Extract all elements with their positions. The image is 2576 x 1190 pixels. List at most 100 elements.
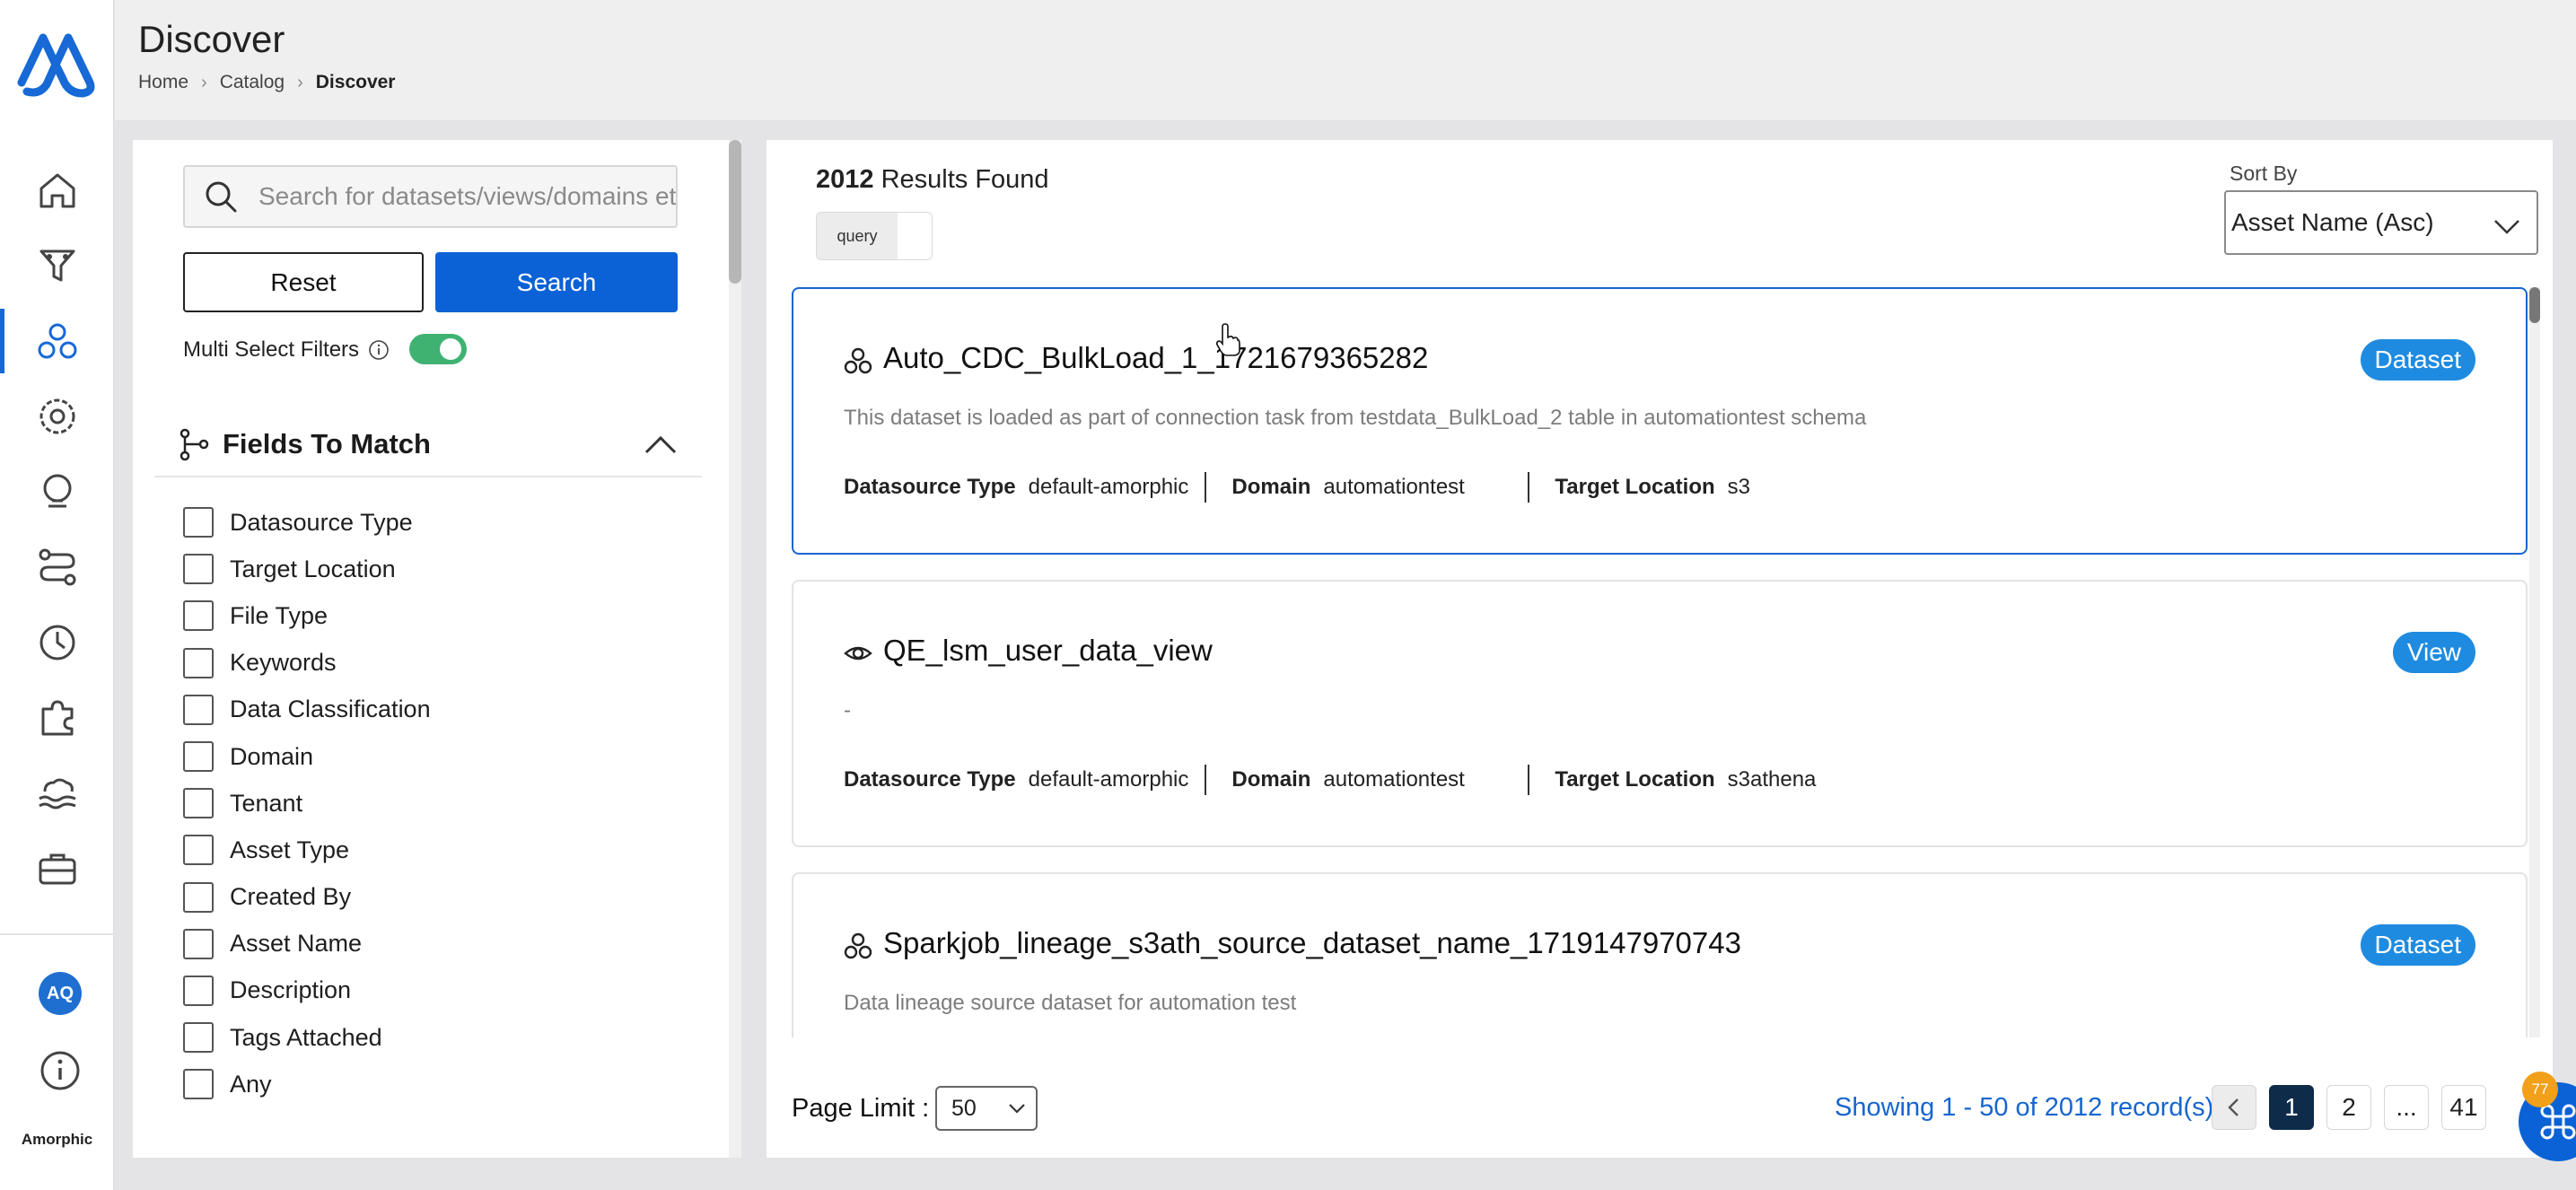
checkbox[interactable] — [183, 788, 214, 819]
meta-divider — [1205, 472, 1207, 503]
search-button[interactable]: Search — [435, 252, 678, 312]
page-ellipsis[interactable]: ... — [2384, 1085, 2429, 1130]
field-option-label: Asset Type — [230, 836, 350, 863]
meta-key: Datasource Type — [844, 767, 1016, 792]
field-option[interactable]: Tags Attached — [183, 1014, 431, 1061]
breadcrumb-home[interactable]: Home — [138, 72, 188, 93]
nav-extensions[interactable] — [0, 680, 114, 756]
field-option[interactable]: Any — [183, 1061, 431, 1107]
results-list: Auto_CDC_BulkLoad_1_1721679365282 Datase… — [792, 287, 2528, 1037]
chevron-up-icon[interactable] — [643, 431, 679, 458]
field-option[interactable]: Domain — [183, 733, 431, 780]
scrollbar-thumb[interactable] — [729, 140, 741, 284]
nav-insights[interactable] — [0, 454, 114, 529]
search-input[interactable] — [258, 182, 676, 211]
pagination: 1 2 ... 41 — [2212, 1085, 2499, 1130]
filter-scrollbar[interactable] — [729, 140, 741, 1158]
checkbox[interactable] — [183, 928, 214, 959]
fields-to-match-title: Fields To Match — [223, 428, 431, 459]
meta-value: default-amorphic — [1028, 475, 1189, 499]
sort-by-label: Sort By — [2230, 162, 2298, 185]
page-limit-select[interactable]: 50 — [935, 1086, 1038, 1131]
breadcrumb: Home › Catalog › Discover — [138, 72, 395, 93]
field-option[interactable]: Datasource Type — [183, 499, 431, 546]
field-option[interactable]: Asset Name — [183, 921, 431, 967]
nav-home[interactable] — [0, 153, 114, 228]
nav-ingestion[interactable] — [0, 228, 114, 303]
nav-datalake[interactable] — [0, 756, 114, 831]
nav-pipelines[interactable] — [0, 529, 114, 605]
field-option[interactable]: Created By — [183, 874, 431, 921]
asset-meta: Datasource Type default-amorphic Domain … — [844, 472, 1750, 503]
nav-settings[interactable] — [0, 379, 114, 454]
info-icon[interactable] — [368, 339, 390, 361]
page-title: Discover — [138, 18, 285, 60]
field-option-label: Datasource Type — [230, 508, 413, 536]
reset-button[interactable]: Reset — [183, 252, 424, 312]
search-box[interactable] — [183, 165, 678, 228]
field-option-label: Domain — [230, 742, 314, 770]
info-icon[interactable] — [38, 1048, 83, 1093]
breadcrumb-catalog[interactable]: Catalog — [220, 72, 285, 93]
page-limit-value: 50 — [951, 1095, 977, 1121]
checkbox[interactable] — [183, 600, 214, 632]
meta-value: default-amorphic — [1028, 767, 1189, 792]
field-option[interactable]: File Type — [183, 592, 431, 639]
checkbox[interactable] — [183, 1069, 214, 1100]
checkbox[interactable] — [183, 694, 214, 725]
nav-workspaces[interactable] — [0, 831, 114, 906]
field-option[interactable]: Tenant — [183, 780, 431, 827]
user-avatar[interactable]: AQ — [39, 972, 82, 1015]
dataset-icon — [844, 347, 872, 374]
checkbox[interactable] — [183, 647, 214, 678]
asset-name[interactable]: Sparkjob_lineage_s3ath_source_dataset_na… — [883, 926, 1741, 960]
checkbox[interactable] — [183, 975, 214, 1006]
checkbox[interactable] — [183, 881, 214, 913]
field-option[interactable]: Description — [183, 967, 431, 1014]
checkbox[interactable] — [183, 554, 214, 585]
field-option-label: Created By — [230, 883, 352, 911]
nav-discover[interactable] — [0, 303, 114, 379]
results-scrollbar[interactable] — [2529, 287, 2540, 1037]
checkbox[interactable] — [183, 507, 214, 538]
result-card[interactable]: Auto_CDC_BulkLoad_1_1721679365282 Datase… — [792, 287, 2528, 555]
checkbox[interactable] — [183, 1022, 214, 1054]
asset-name[interactable]: QE_lsm_user_data_view — [883, 634, 1213, 668]
page-button[interactable]: 1 — [2269, 1085, 2314, 1130]
nav-schedules[interactable] — [0, 605, 114, 680]
prev-page-button[interactable] — [2212, 1085, 2256, 1130]
field-option[interactable]: Target Location — [183, 546, 431, 592]
multi-select-label: Multi Select Filters — [183, 337, 360, 362]
field-option-label: File Type — [230, 601, 329, 629]
page-button[interactable]: 41 — [2441, 1085, 2486, 1130]
scrollbar-thumb[interactable] — [2529, 287, 2540, 323]
discover-icon — [38, 323, 76, 359]
lamp-icon — [43, 474, 71, 508]
field-option[interactable]: Keywords — [183, 640, 431, 687]
result-card[interactable]: Sparkjob_lineage_s3ath_source_dataset_na… — [792, 872, 2528, 1037]
asset-description: Data lineage source dataset for automati… — [844, 991, 1297, 1015]
checkbox[interactable] — [183, 741, 214, 773]
asset-name[interactable]: Auto_CDC_BulkLoad_1_1721679365282 — [883, 341, 1428, 375]
query-toggle[interactable]: query — [816, 212, 933, 260]
page-button[interactable]: 2 — [2326, 1085, 2371, 1130]
field-option[interactable]: Data Classification — [183, 687, 431, 733]
search-icon — [206, 181, 237, 213]
meta-value: automationtest — [1323, 475, 1465, 499]
home-icon — [39, 173, 74, 208]
checkbox[interactable] — [183, 835, 214, 866]
meta-key: Domain — [1231, 767, 1311, 792]
field-option-label: Data Classification — [230, 696, 431, 723]
fields-to-match-header[interactable]: Fields To Match — [154, 413, 702, 477]
page-limit-label: Page Limit : — [792, 1094, 930, 1123]
result-card[interactable]: QE_lsm_user_data_view View - Datasource … — [792, 580, 2528, 847]
hand-cursor-icon — [1215, 323, 1240, 356]
meta-key: Target Location — [1555, 767, 1715, 792]
field-option-label: Description — [230, 976, 352, 1004]
chevron-down-icon — [2494, 220, 2519, 234]
chevron-left-icon — [2228, 1098, 2239, 1116]
amorphic-logo[interactable] — [16, 29, 95, 101]
multi-select-toggle[interactable] — [409, 334, 467, 364]
sort-by-select[interactable]: Asset Name (Asc) — [2224, 190, 2538, 255]
field-option[interactable]: Asset Type — [183, 827, 431, 873]
